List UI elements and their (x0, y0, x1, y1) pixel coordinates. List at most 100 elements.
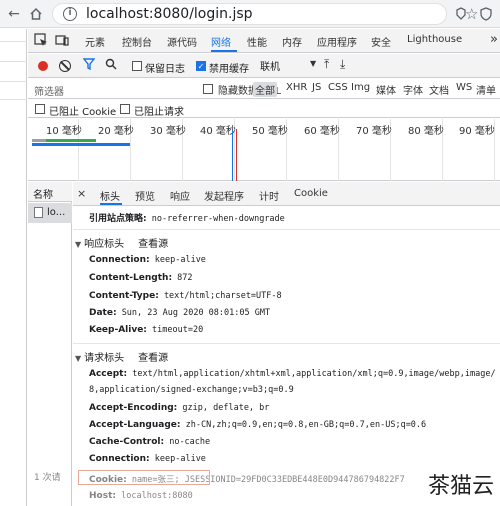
view-source-link[interactable]: 查看源 (138, 239, 168, 250)
type-filter-manifest[interactable]: 清单 (474, 82, 498, 97)
header-key: Content-Type: (89, 291, 159, 301)
header-value[interactable]: keep-alive (155, 454, 206, 464)
header-value[interactable]: JSESSIONID=29FD0C33EDBE448E0D94478679482… (185, 475, 405, 485)
search-icon[interactable] (105, 58, 117, 73)
header-row: Accept-Encoding: gzip, deflate, br (89, 403, 269, 413)
header-key: Cache-Control: (89, 437, 165, 447)
divider (0, 41, 27, 42)
timeline-tick-label: 50 毫秒 (252, 126, 288, 137)
header-value[interactable]: text/html,application/xhtml+xml,applicat… (132, 369, 495, 379)
blocked-requests-label: 已阻止请求 (134, 107, 184, 118)
divider (0, 81, 27, 82)
header-value[interactable]: no-referrer-when-downgrade (152, 214, 285, 224)
header-key: Content-Length: (89, 273, 173, 283)
shield-icon[interactable] (476, 4, 496, 24)
tab-console[interactable]: 控制台 (122, 34, 152, 49)
url-text[interactable]: localhost:8080/login.jsp (86, 6, 253, 22)
document-icon (34, 207, 43, 218)
type-filter-css[interactable]: CSS (326, 82, 350, 93)
header-row: Accept-Language: zh-CN,zh;q=0.9,en;q=0.8… (89, 420, 426, 430)
type-filter-font[interactable]: 字体 (401, 82, 425, 97)
header-key: Keep-Alive: (89, 325, 147, 335)
inspect-element-icon[interactable] (34, 33, 48, 50)
record-icon[interactable] (38, 61, 48, 71)
view-source-link[interactable]: 查看源 (138, 353, 168, 364)
request-row[interactable]: lo... (28, 203, 72, 223)
type-filter-all[interactable]: 全部 (253, 82, 277, 97)
header-key: Date: (89, 308, 117, 318)
timeline-overview[interactable]: 10 毫秒 20 毫秒 30 毫秒 40 毫秒 50 毫秒 60 毫秒 70 毫… (28, 119, 500, 181)
back-arrow-icon[interactable]: ← (4, 4, 24, 24)
request-list: 名称 lo... 1 次请 (28, 182, 72, 506)
divider (73, 229, 500, 230)
header-value[interactable]: text/html;charset=UTF-8 (164, 291, 282, 301)
tab-cookies[interactable]: Cookie (294, 188, 328, 199)
tab-elements[interactable]: 元素 (85, 34, 105, 49)
type-filter-doc[interactable]: 文档 (427, 82, 451, 97)
header-value[interactable]: no-cache (169, 437, 210, 447)
tab-initiator[interactable]: 发起程序 (204, 188, 244, 203)
tab-headers[interactable]: 标头 (100, 188, 120, 203)
filter-icon[interactable] (82, 58, 96, 74)
request-headers-section[interactable]: ▼ 请求标头 查看源 (75, 349, 168, 364)
type-filter-ws[interactable]: WS (454, 82, 474, 93)
header-value[interactable]: 872 (177, 273, 192, 283)
header-row: Cache-Control: no-cache (89, 437, 210, 447)
reading-list-icon[interactable] (451, 4, 471, 24)
header-row: Keep-Alive: timeout=20 (89, 325, 203, 335)
tab-security[interactable]: 安全 (371, 34, 391, 49)
expand-triangle-icon[interactable]: ▼ (75, 354, 81, 363)
tab-memory[interactable]: 内存 (282, 34, 302, 49)
header-value[interactable]: Sun, 23 Aug 2020 08:01:05 GMT (122, 308, 270, 318)
header-row: Connection: keep-alive (89, 454, 206, 464)
overflow-icon[interactable]: » (490, 32, 498, 47)
response-headers-section[interactable]: ▼ 响应标头 查看源 (75, 235, 168, 250)
type-filter-img[interactable]: Img (349, 82, 372, 93)
blocked-requests-checkbox[interactable] (120, 104, 130, 114)
preserve-log-checkbox[interactable] (132, 61, 142, 71)
disable-cache-checkbox[interactable]: ✓ (196, 61, 206, 71)
header-value[interactable]: localhost:8080 (121, 491, 193, 501)
tab-sources[interactable]: 源代码 (167, 34, 197, 49)
header-key: Accept-Encoding: (89, 403, 178, 413)
blocked-cookies-checkbox[interactable] (35, 104, 45, 114)
header-key: Connection: (89, 454, 150, 464)
header-key: 引用站点策略: (89, 214, 147, 224)
type-filter-media[interactable]: 媒体 (374, 82, 398, 97)
header-value[interactable]: zh-CN,zh;q=0.9,en;q=0.8,en-GB;q=0.7,en-U… (186, 420, 427, 430)
tab-response[interactable]: 响应 (170, 188, 190, 203)
request-count: 1 次请 (34, 473, 61, 483)
block-options-row: 已阻止 Cookie 已阻止请求 (28, 100, 500, 118)
timeline-tick-label: 80 毫秒 (408, 126, 444, 137)
hide-data-urls-checkbox[interactable] (203, 84, 213, 94)
filter-input[interactable]: 筛选器 (34, 83, 64, 98)
close-icon[interactable]: × (77, 187, 86, 200)
tab-preview[interactable]: 预览 (135, 188, 155, 203)
type-filter-xhr[interactable]: XHR (284, 82, 309, 93)
section-title: 响应标头 (84, 239, 125, 250)
device-toolbar-icon[interactable] (55, 33, 69, 50)
tab-timing[interactable]: 计时 (259, 188, 279, 203)
active-tab-indicator (100, 203, 122, 205)
clear-icon[interactable] (59, 60, 71, 72)
name-column-header[interactable]: 名称 (28, 182, 72, 202)
tab-performance[interactable]: 性能 (247, 34, 267, 49)
header-key: Accept: (89, 369, 128, 379)
disable-cache-label: 禁用缓存 (209, 64, 249, 75)
load-event-marker (236, 129, 237, 181)
tab-lighthouse[interactable]: Lighthouse (407, 34, 462, 45)
header-key: Connection: (89, 255, 150, 265)
header-value[interactable]: gzip, deflate, br (182, 403, 269, 413)
home-icon[interactable] (26, 4, 46, 24)
header-value[interactable]: timeout=20 (152, 325, 203, 335)
import-har-icon[interactable]: ⤒ (324, 57, 329, 72)
address-bar[interactable]: i localhost:8080/login.jsp ☆ (52, 3, 478, 25)
export-har-icon[interactable]: ⤓ (340, 57, 345, 72)
header-value[interactable]: 8,application/signed-exchange;v=b3;q=0.9 (89, 385, 294, 395)
expand-triangle-icon[interactable]: ▼ (75, 240, 81, 249)
type-filter-js[interactable]: JS (310, 82, 323, 93)
header-value[interactable]: keep-alive (155, 255, 206, 265)
info-icon[interactable]: i (63, 7, 77, 21)
tab-network[interactable]: 网络 (211, 34, 231, 49)
tab-application[interactable]: 应用程序 (317, 34, 357, 49)
